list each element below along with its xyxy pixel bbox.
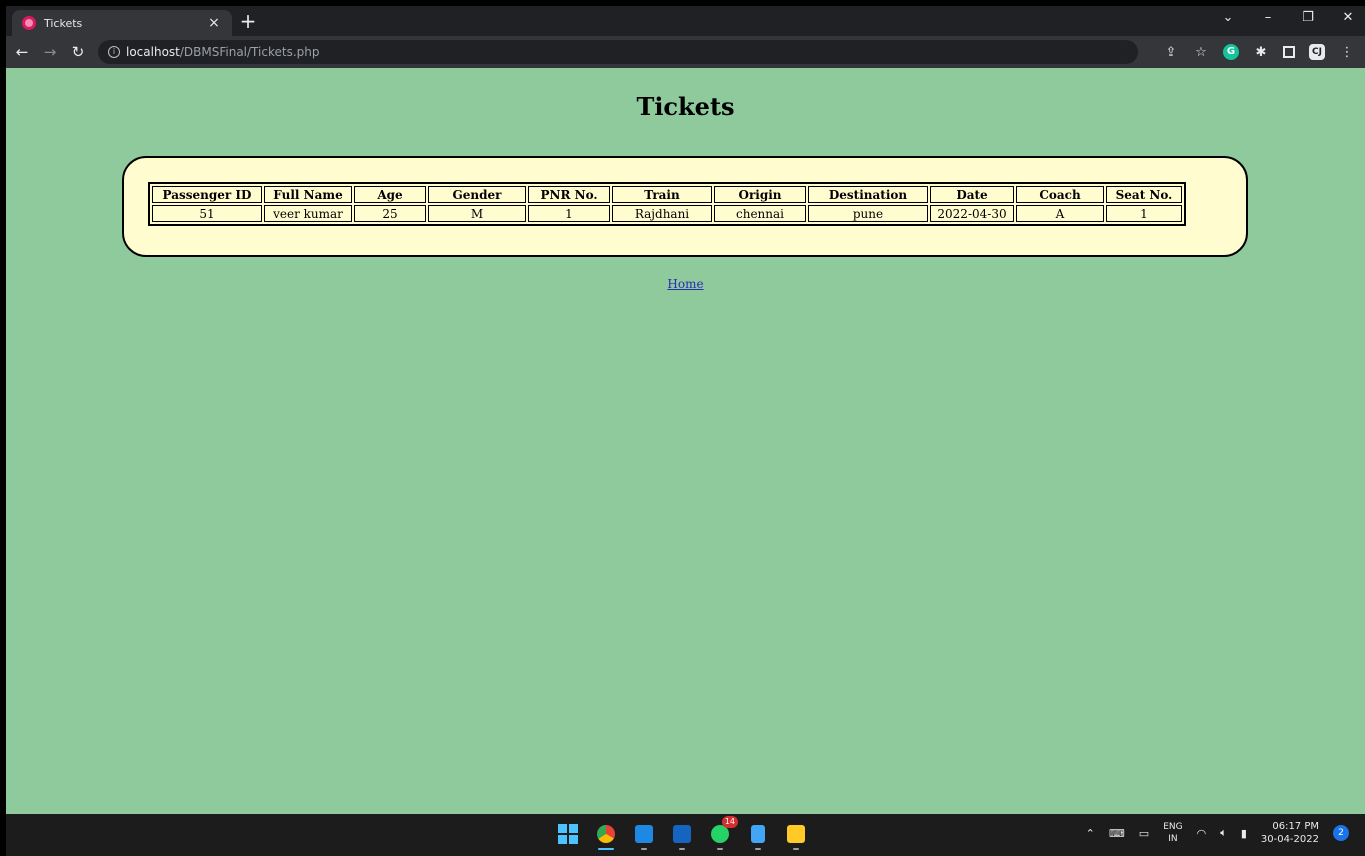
region-code: IN [1168,834,1178,844]
column-header: Destination [808,186,928,203]
reload-icon[interactable]: ↻ [66,43,90,61]
table-cell: A [1016,205,1104,222]
taskbar-mysql-workbench[interactable] [670,820,694,850]
start-button[interactable] [556,820,580,848]
running-indicator [717,848,723,850]
active-indicator [598,848,614,850]
tab-search-icon[interactable]: ⌄ [1219,10,1237,25]
column-header: Coach [1016,186,1104,203]
chrome-icon [597,825,615,843]
table-cell: M [428,205,526,222]
column-header: Full Name [264,186,352,203]
tab-strip: Tickets × + ⌄ – ❐ ✕ [6,6,1365,36]
tickets-card: Passenger ID Full Name Age Gender PNR No… [122,156,1248,257]
tab-tickets[interactable]: Tickets × [12,10,232,36]
battery-icon[interactable]: ▮ [1241,827,1247,840]
taskbar-apps: 14 [556,816,808,850]
side-panel-icon[interactable] [1283,46,1295,58]
notification-badge[interactable]: 2 [1333,825,1349,841]
forward-arrow-icon[interactable]: → [38,43,62,61]
table-cell: 2022-04-30 [930,205,1014,222]
minimize-button[interactable]: – [1259,10,1277,25]
url-host: localhost [126,45,180,59]
vscode-icon [635,825,653,843]
browser-toolbar: ← → ↻ i localhost/DBMSFinal/Tickets.php … [6,36,1365,68]
column-header: Age [354,186,426,203]
tab-title: Tickets [44,16,83,30]
chevron-up-icon[interactable]: ⌃ [1086,827,1095,840]
running-indicator [679,848,685,850]
home-link[interactable]: Home [667,277,703,291]
grammarly-extension-icon[interactable]: G [1223,44,1239,60]
table-cell: 1 [528,205,610,222]
column-header: Seat No. [1106,186,1182,203]
column-header: Origin [714,186,806,203]
taskbar-vscode[interactable] [632,820,656,850]
profile-cj-icon[interactable]: CJ [1309,44,1325,60]
table-cell: 51 [152,205,262,222]
back-arrow-icon[interactable]: ← [10,43,34,61]
table-cell: 25 [354,205,426,222]
mysql-workbench-icon [673,825,691,843]
taskbar: 14 ⌃ ⌨ ▭ ENG IN ◠ 🔈︎ ▮ 06:17 PM 30-04-20… [6,814,1365,856]
site-info-icon[interactable]: i [108,46,120,58]
windows-logo-icon [558,824,578,844]
language-indicator[interactable]: ENG IN [1163,821,1182,845]
bookmark-star-icon[interactable]: ☆ [1193,45,1209,60]
table-cell: chennai [714,205,806,222]
home-link-container: Home [6,277,1365,291]
page-viewport: Tickets Passenger ID Full Name Age Gende… [6,68,1365,814]
close-window-button[interactable]: ✕ [1339,10,1357,25]
taskbar-chrome[interactable] [594,820,618,850]
system-tray: ⌃ ⌨ ▭ ENG IN ◠ 🔈︎ ▮ 06:17 PM 30-04-2022 … [1086,820,1349,846]
table-cell: Rajdhani [612,205,712,222]
clock[interactable]: 06:17 PM 30-04-2022 [1261,820,1319,846]
wifi-icon[interactable]: ◠ [1197,827,1207,840]
column-header: Passenger ID [152,186,262,203]
column-header: Train [612,186,712,203]
language-code: ENG [1163,822,1183,832]
table-row: 51 veer kumar 25 M 1 Rajdhani chennai pu… [152,205,1182,222]
column-header: Date [930,186,1014,203]
table-cell: 1 [1106,205,1182,222]
unread-badge: 14 [721,816,738,828]
menu-kebab-icon[interactable]: ⋮ [1339,45,1355,60]
window-controls: ⌄ – ❐ ✕ [1219,10,1357,25]
favicon-icon [22,16,36,30]
column-header: PNR No. [528,186,610,203]
tickets-table: Passenger ID Full Name Age Gender PNR No… [148,182,1186,226]
table-header-row: Passenger ID Full Name Age Gender PNR No… [152,186,1182,203]
toolbar-icons: ⇪ ☆ G ✱ CJ ⋮ [1163,44,1355,60]
extensions-puzzle-icon[interactable]: ✱ [1253,45,1269,60]
running-indicator [755,848,761,850]
address-bar[interactable]: i localhost/DBMSFinal/Tickets.php [98,40,1138,64]
clock-time: 06:17 PM [1272,821,1319,832]
touchpad-icon[interactable]: ▭ [1139,827,1149,840]
folder-icon [787,825,805,843]
new-tab-button[interactable]: + [236,10,260,34]
taskbar-notepad[interactable] [746,820,770,850]
keyboard-icon[interactable]: ⌨ [1109,827,1125,840]
taskbar-whatsapp[interactable]: 14 [708,816,738,850]
table-cell: veer kumar [264,205,352,222]
page-title: Tickets [636,92,735,121]
volume-icon[interactable]: 🔈︎ [1220,826,1227,840]
column-header: Gender [428,186,526,203]
taskbar-file-explorer[interactable] [784,820,808,850]
table-cell: pune [808,205,928,222]
close-tab-icon[interactable]: × [206,15,222,31]
notepad-icon [751,825,765,843]
running-indicator [793,848,799,850]
url-path: /DBMSFinal/Tickets.php [179,45,320,59]
restore-button[interactable]: ❐ [1299,10,1317,25]
share-icon[interactable]: ⇪ [1163,45,1179,60]
running-indicator [641,848,647,850]
clock-date: 30-04-2022 [1260,834,1319,845]
